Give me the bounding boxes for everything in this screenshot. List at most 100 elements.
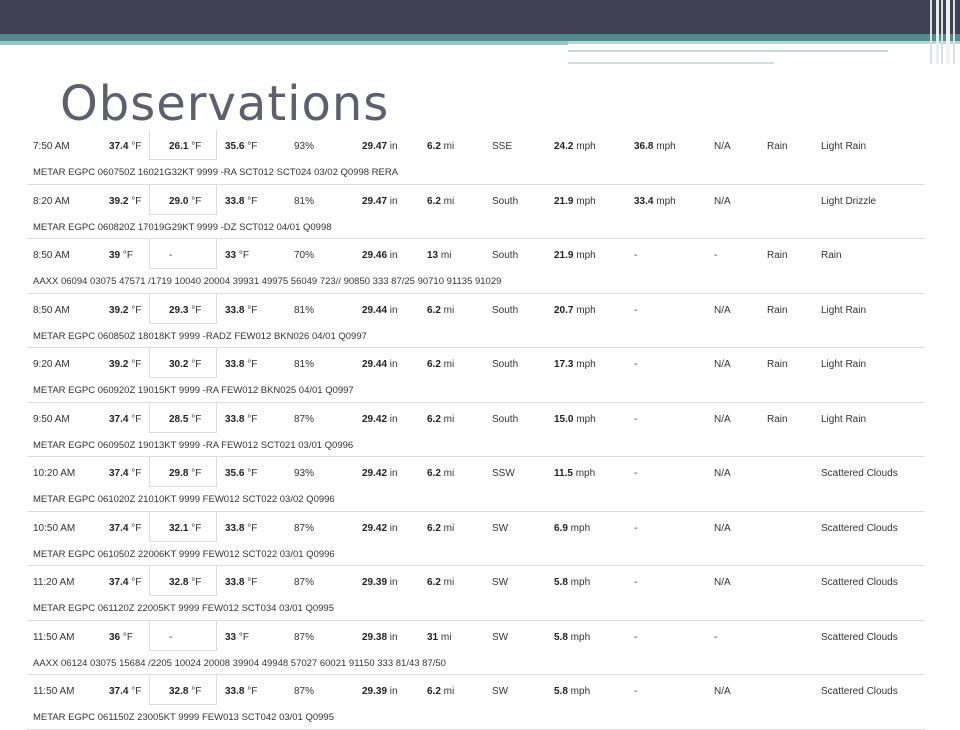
obs-time: 9:20 AM (33, 359, 70, 370)
obs-wind-speed-unit: mph (573, 141, 596, 152)
obs-dew-point-unit: °F (188, 468, 202, 479)
obs-events: Rain (767, 414, 788, 425)
obs-wind-gust: - (634, 359, 637, 370)
obs-wind-gust-value: - (634, 522, 638, 534)
obs-pressure: 29.44 in (362, 305, 398, 316)
obs-temperature-value: 37.4 (109, 468, 129, 479)
obs-metar-report: METAR EGPC 060750Z 16021G32KT 9999 -RA S… (33, 167, 399, 178)
obs-humidity: 93% (294, 468, 314, 479)
obs-wind-gust-value: - (634, 250, 638, 261)
obs-dew-point: 32.8 °F (169, 686, 201, 697)
obs-time-value: 10:20 AM (33, 468, 76, 479)
obs-visibility-unit: mi (440, 141, 455, 152)
obs-precipitation-value: N/A (714, 577, 731, 588)
obs-pressure: 29.47 in (362, 141, 398, 152)
obs-wind-gust: - (634, 686, 637, 697)
obs-precipitation: - (714, 250, 717, 261)
obs-wind-gust: 33.4 mph (634, 196, 676, 207)
obs-precipitation-value: - (714, 250, 718, 261)
obs-precipitation: N/A (714, 196, 731, 207)
obs-conditions: Light Rain (821, 414, 866, 425)
obs-temperature-value: 39 (109, 250, 121, 261)
obs-humidity-value: 87% (294, 631, 315, 643)
obs-events: Rain (767, 305, 788, 316)
obs-dew-point-unit: °F (188, 359, 202, 370)
obs-events-value: Rain (767, 250, 788, 261)
obs-visibility: 6.2 mi (427, 468, 454, 479)
obs-wind-gust-value: - (634, 413, 638, 425)
obs-dew-point-value: 26.1 (169, 141, 189, 152)
obs-windchill-unit: °F (244, 141, 258, 152)
obs-time-value: 11:50 AM (33, 631, 75, 643)
table-row: 8:50 AM 39.2 °F 29.3 °F 33.8 °F 81% 29.44 in 6… (27, 293, 925, 348)
obs-wind-direction-value: South (492, 359, 519, 370)
obs-dew-point-value: 32.8 (169, 686, 189, 697)
obs-windchill: 33.8 °F (225, 305, 257, 316)
obs-visibility: 6.2 mi (427, 686, 454, 697)
obs-dew-point-value: 30.2 (169, 359, 189, 370)
obs-temperature-unit: °F (128, 195, 142, 207)
obs-conditions: Rain (821, 250, 842, 261)
obs-wind-speed-unit: mph (567, 631, 591, 643)
obs-wind-speed-unit: mph (573, 359, 596, 370)
obs-wind-direction-value: SW (492, 577, 509, 588)
table-row: 11:20 AM 37.4 °F 32.8 °F 33.8 °F 87% 29.39 in… (27, 566, 925, 621)
obs-temperature: 39.2 °F (109, 196, 141, 207)
obs-windchill-value: 35.6 (225, 141, 245, 152)
obs-pressure-unit: in (387, 468, 398, 479)
slide-edge-bar (953, 0, 955, 64)
obs-humidity: 81% (294, 305, 314, 316)
obs-time-value: 10:50 AM (33, 522, 76, 534)
obs-wind-direction: SW (492, 686, 508, 697)
obs-temperature-unit: °F (128, 468, 142, 479)
obs-wind-direction: SSW (492, 468, 515, 479)
obs-visibility: 6.2 mi (427, 305, 454, 316)
obs-conditions: Scattered Clouds (821, 632, 898, 643)
obs-wind-speed: 20.7 mph (554, 305, 596, 316)
slide-edge-bar (946, 0, 950, 64)
obs-dew-point: 26.1 °F (169, 141, 201, 152)
obs-precipitation: N/A (714, 686, 731, 697)
obs-wind-gust-value: - (634, 359, 638, 370)
obs-dew-point-unit: °F (188, 577, 202, 588)
obs-wind-gust: - (634, 632, 637, 643)
obs-temperature: 37.4 °F (109, 686, 141, 697)
obs-wind-gust-value: 33.4 (634, 195, 654, 207)
obs-dew-point-unit: °F (188, 304, 202, 316)
obs-visibility-unit: mi (440, 359, 455, 370)
obs-wind-direction: South (492, 250, 518, 261)
slide-edge-bar (941, 0, 943, 64)
obs-humidity-value: 70% (294, 250, 315, 261)
obs-temperature-unit: °F (128, 577, 142, 588)
obs-conditions: Light Drizzle (821, 196, 876, 207)
obs-pressure: 29.38 in (362, 632, 398, 643)
obs-wind-speed: 21.9 mph (554, 250, 596, 261)
obs-humidity-value: 87% (294, 686, 315, 697)
obs-visibility-unit: mi (440, 468, 455, 479)
obs-dew-point: 32.1 °F (169, 523, 201, 534)
obs-precipitation-value: N/A (714, 686, 731, 697)
obs-metar-report: METAR EGPC 061120Z 22005KT 9999 FEW012 S… (33, 603, 335, 614)
obs-humidity: 87% (294, 577, 314, 588)
obs-wind-speed-value: 24.2 (554, 141, 574, 152)
obs-windchill: 33 °F (225, 632, 249, 643)
obs-wind-speed: 6.9 mph (554, 523, 590, 534)
obs-wind-gust-value: - (634, 304, 638, 316)
obs-temperature-value: 36 (109, 631, 121, 643)
obs-visibility: 31 mi (427, 632, 451, 643)
obs-wind-speed: 5.8 mph (554, 686, 590, 697)
obs-conditions-value: Scattered Clouds (821, 631, 898, 643)
obs-conditions: Light Rain (821, 305, 866, 316)
obs-wind-direction-value: SW (492, 522, 509, 534)
obs-metar-report: METAR EGPC 061050Z 22006KT 9999 FEW012 S… (33, 548, 335, 560)
obs-temperature-value: 39.2 (109, 195, 129, 207)
obs-visibility: 6.2 mi (427, 359, 454, 370)
obs-windchill-unit: °F (236, 631, 250, 643)
obs-wind-gust-value: - (634, 577, 638, 588)
obs-pressure-value: 29.39 (362, 686, 388, 697)
obs-events-value: Rain (767, 359, 788, 370)
obs-windchill-value: 33.8 (225, 686, 245, 697)
obs-pressure: 29.39 in (362, 577, 398, 588)
obs-wind-gust: - (634, 305, 637, 316)
obs-conditions: Light Rain (821, 359, 866, 370)
